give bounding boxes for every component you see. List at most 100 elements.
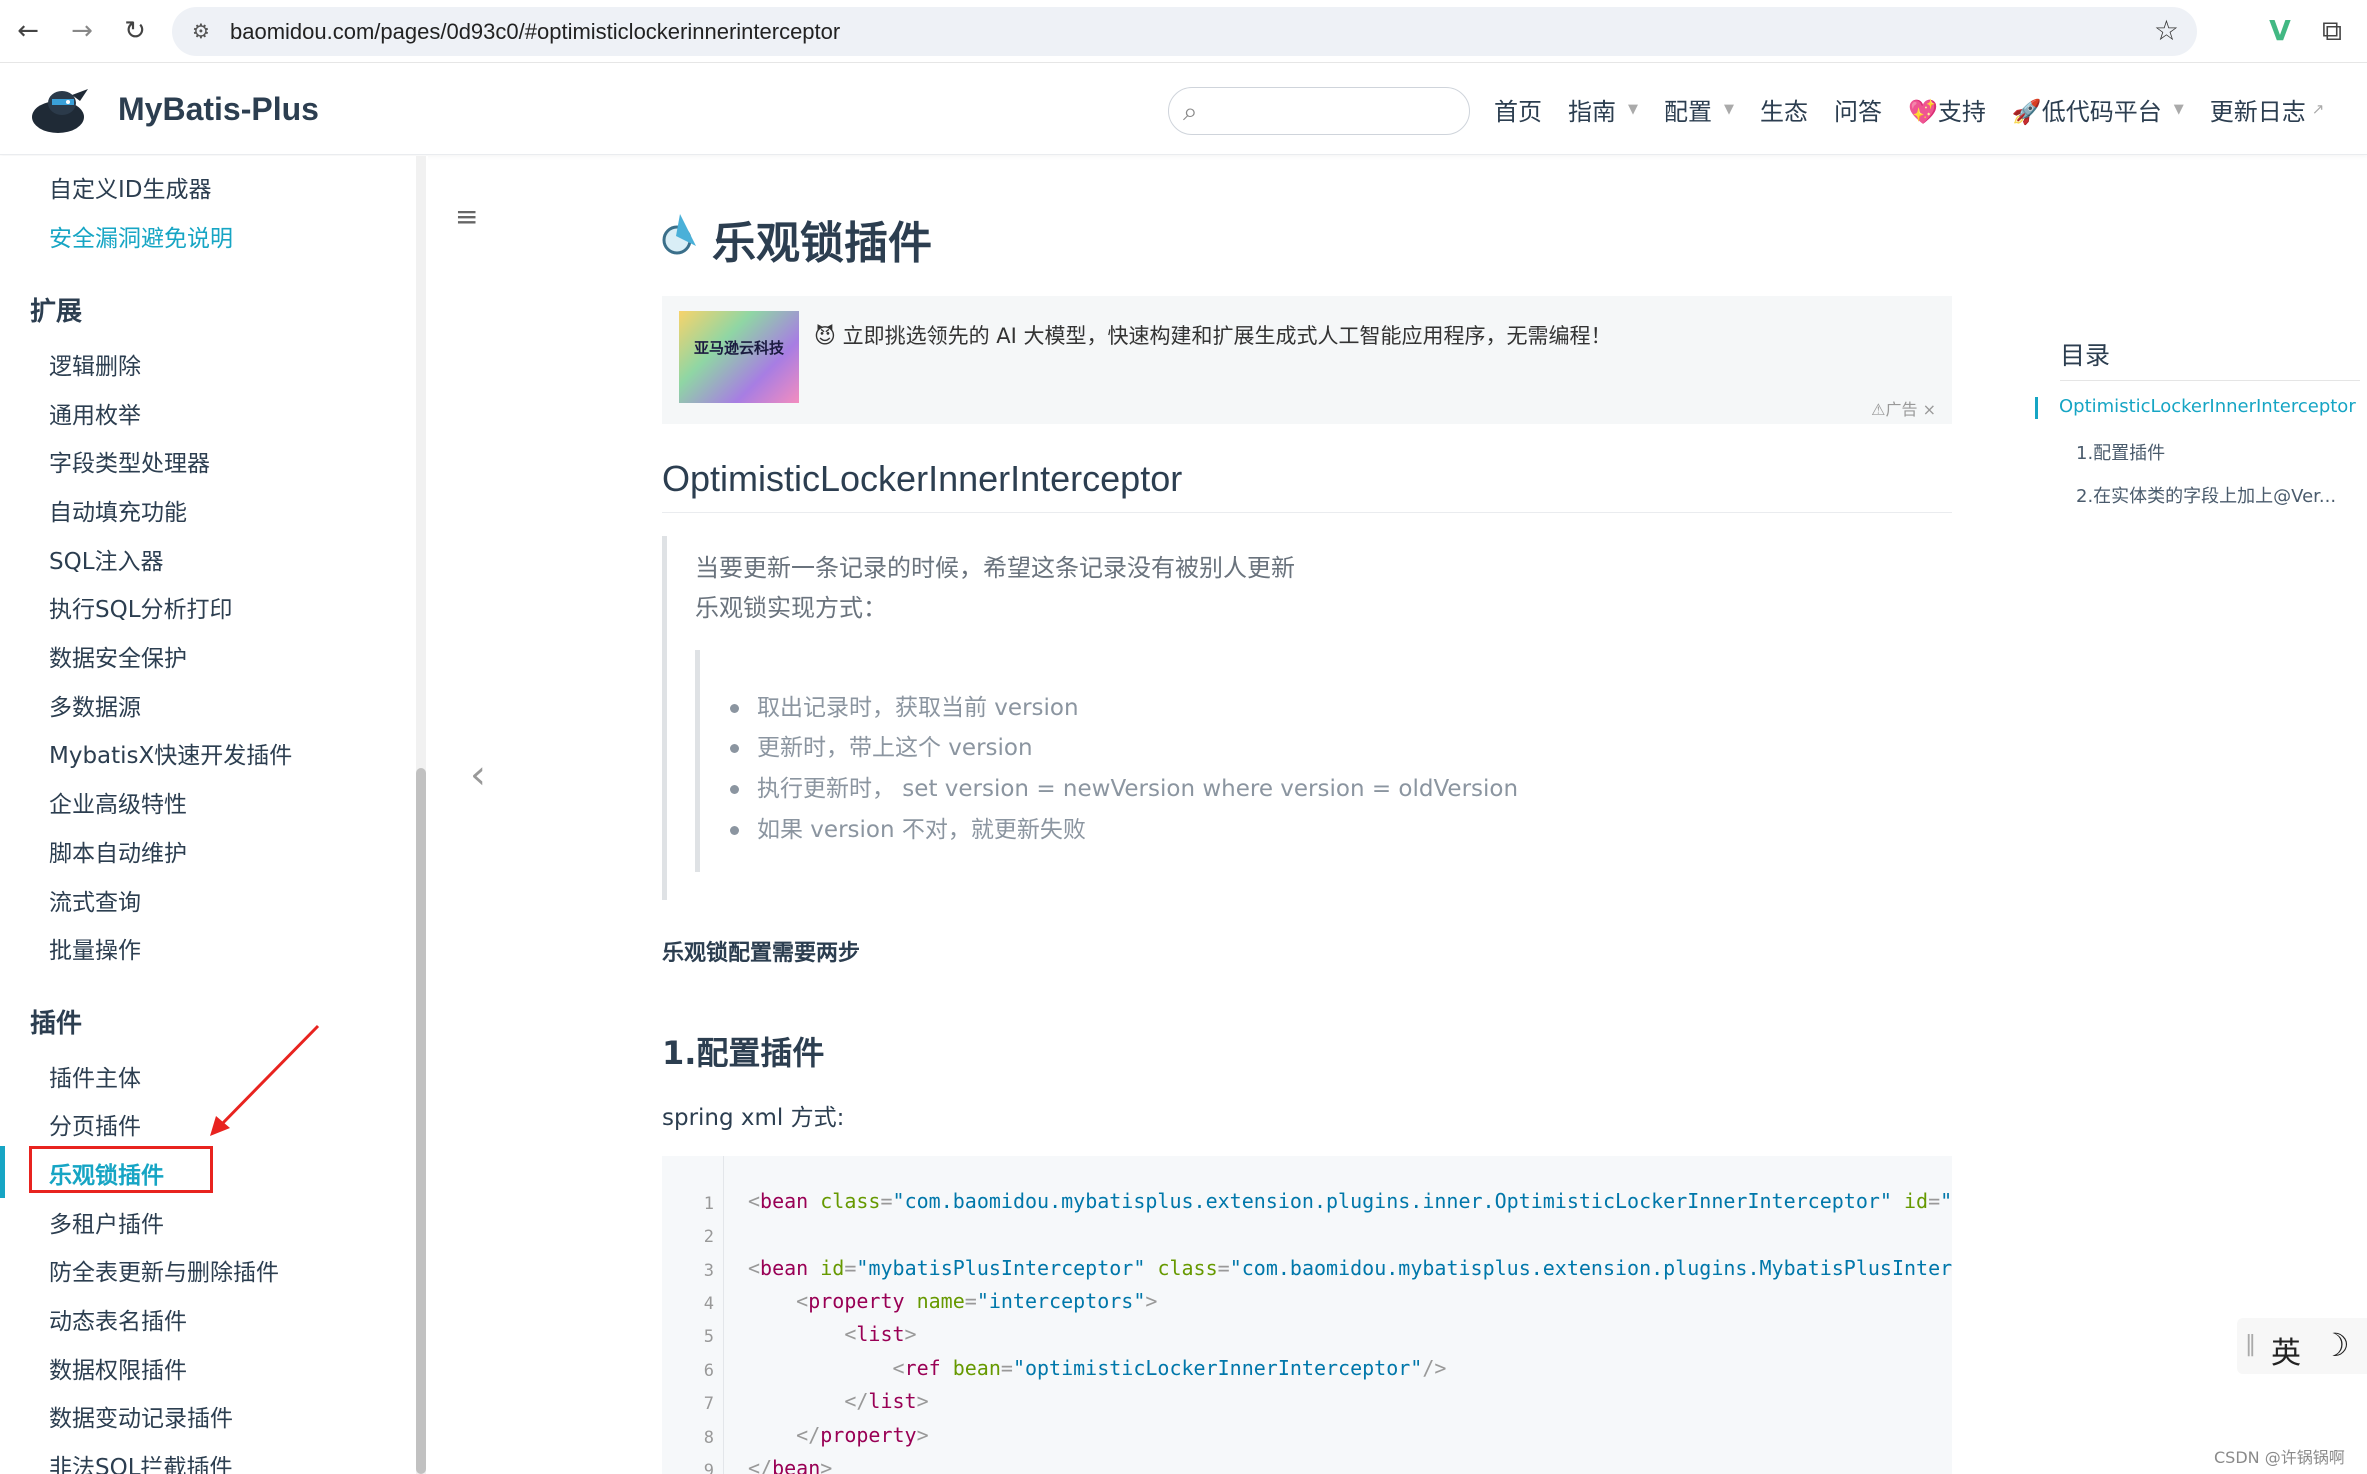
annotation-arrow	[210, 1024, 320, 1136]
section-heading: OptimisticLockerInnerInterceptor	[662, 458, 1183, 499]
nav-ecosystem[interactable]: 生态	[1760, 92, 1808, 127]
nav-label: 🚀低代码平台	[2011, 97, 2162, 126]
sidebar-item[interactable]: 防全表更新与删除插件	[49, 1253, 279, 1287]
star-icon[interactable]: ☆	[2154, 16, 2179, 46]
code-line: <bean class="com.baomidou.mybatisplus.ex…	[748, 1189, 1952, 1213]
list-item: 执行更新时， set version = newVersion where ve…	[730, 769, 1518, 803]
code-line: <ref bean="optimisticLockerInnerIntercep…	[892, 1356, 1447, 1380]
code-block[interactable]: 1 2 3 4 5 6 7 8 9 <bean class="com.baomi…	[662, 1156, 1952, 1474]
sidebar-item[interactable]: 非法SQL拦截插件	[49, 1448, 233, 1474]
nav-label: 问答	[1834, 97, 1882, 126]
list-item-text: 如果 version 不对，就更新失败	[757, 817, 1086, 843]
line-number: 7	[703, 1394, 714, 1414]
list-item: 取出记录时，获取当前 version	[730, 688, 1079, 722]
nav-home[interactable]: 首页	[1494, 92, 1542, 127]
line-number-gutter: 1 2 3 4 5 6 7 8 9	[662, 1156, 724, 1474]
toc-active-indicator	[2035, 397, 2038, 419]
forward-icon[interactable]: →	[64, 13, 100, 49]
list-item-text: 取出记录时，获取当前 version	[757, 695, 1079, 721]
nav-faq[interactable]: 问答	[1834, 92, 1882, 127]
chevron-left-icon[interactable]: ‹	[470, 752, 486, 798]
line-number: 2	[703, 1227, 714, 1247]
reload-icon[interactable]: ↻	[117, 13, 153, 49]
menu-icon[interactable]: ≡	[455, 200, 478, 233]
code-line: <list>	[844, 1322, 917, 1346]
sidebar-item[interactable]: 数据变动记录插件	[49, 1399, 233, 1433]
sidebar-group-title[interactable]: 扩展	[30, 291, 82, 328]
toc-item[interactable]: 1.配置插件	[2076, 439, 2165, 465]
brand-name[interactable]: MyBatis-Plus	[118, 63, 319, 155]
chevron-down-icon: ▼	[2173, 101, 2184, 117]
sidebar-item[interactable]: 分页插件	[49, 1107, 141, 1141]
sidebar-item[interactable]: 流式查询	[49, 883, 141, 917]
sidebar-item[interactable]: MybatisX快速开发插件	[49, 736, 292, 770]
sidebar-item[interactable]: 多租户插件	[49, 1205, 164, 1239]
code-line: </property>	[796, 1423, 929, 1447]
watermark: CSDN @许锅锅啊	[2214, 1448, 2345, 1467]
toc-item[interactable]: OptimisticLockerInnerInterceptor	[2059, 396, 2356, 417]
line-number: 8	[703, 1428, 714, 1448]
quote-line: 乐观锁实现方式：	[695, 594, 887, 622]
toc-item[interactable]: 2.在实体类的字段上加上@Ver...	[2076, 482, 2336, 508]
code-line: </list>	[844, 1389, 929, 1413]
ad-close[interactable]: ⚠广告 ×	[1871, 396, 1936, 420]
nested-blockquote: 取出记录时，获取当前 version 更新时，带上这个 version 执行更新…	[695, 650, 1945, 872]
sidebar-item[interactable]: 自定义ID生成器	[49, 170, 212, 204]
sidebar-item[interactable]: 数据安全保护	[49, 639, 187, 673]
sidebar-item[interactable]: 批量操作	[49, 931, 141, 965]
nav-support[interactable]: 💖支持	[1908, 92, 1986, 127]
sidebar-item[interactable]: 多数据源	[49, 688, 141, 722]
nav-guide[interactable]: 指南 ▼	[1568, 92, 1638, 127]
toc-title: 目录	[2060, 341, 2111, 370]
sidebar-item[interactable]: 动态表名插件	[49, 1302, 187, 1336]
address-bar[interactable]: ⚙ baomidou.com/pages/0d93c0/#optimisticl…	[172, 7, 2197, 56]
external-link-icon: ↗	[2311, 100, 2325, 118]
divider	[2060, 380, 2360, 381]
sidebar-item[interactable]: 通用枚举	[49, 396, 141, 430]
ad-text[interactable]: 😈 立即挑选领先的 AI 大模型，快速构建和扩展生成式人工智能应用程序，无需编程…	[814, 320, 1611, 350]
bullet	[730, 744, 739, 753]
moon-icon[interactable]: ☽	[2321, 1326, 2350, 1364]
code-line: </bean>	[748, 1456, 833, 1474]
language-toggle[interactable]: 英	[2271, 1328, 2301, 1372]
sidebar-item[interactable]: 自动填充功能	[49, 493, 187, 527]
logo-icon[interactable]	[28, 81, 92, 137]
nav-label: 生态	[1760, 97, 1808, 126]
sidebar-item[interactable]: 执行SQL分析打印	[49, 590, 233, 624]
sidebar-item[interactable]: 安全漏洞避免说明	[49, 219, 233, 253]
sidebar-item[interactable]: 逻辑删除	[49, 347, 141, 381]
nav-lowcode[interactable]: 🚀低代码平台 ▼	[2012, 92, 2184, 127]
sidebar-item[interactable]: 脚本自动维护	[49, 834, 187, 868]
line-number: 3	[703, 1261, 714, 1281]
ad-image[interactable]: 亚马逊云科技	[679, 311, 799, 403]
top-nav: 首页 指南 ▼ 配置 ▼ 生态 问答 💖支持 🚀低代码平台 ▼ 更新日志 ↗	[1494, 63, 2324, 155]
blockquote: 当要更新一条记录的时候，希望这条记录没有被别人更新 乐观锁实现方式： 取出记录时…	[662, 536, 1952, 900]
nav-label: 指南	[1568, 97, 1616, 126]
sidebar-scrollbar-thumb[interactable]	[416, 768, 426, 1474]
bullet	[730, 704, 739, 713]
search-input[interactable]: ⌕	[1168, 87, 1470, 135]
sidebar-item[interactable]: 数据权限插件	[49, 1351, 187, 1385]
puzzle-icon[interactable]: ⧉	[2313, 12, 2351, 50]
drag-handle[interactable]: ‖	[2245, 1332, 2256, 1357]
quote-line: 当要更新一条记录的时候，希望这条记录没有被别人更新	[695, 554, 1295, 582]
nav-config[interactable]: 配置 ▼	[1664, 92, 1734, 127]
search-icon: ⌕	[1183, 97, 1198, 127]
vue-devtools-icon[interactable]: V	[2261, 12, 2299, 50]
list-item-text: 执行更新时， set version = newVersion where ve…	[757, 776, 1519, 802]
divider	[662, 512, 1952, 513]
highlight-box	[29, 1146, 213, 1193]
site-settings-icon[interactable]: ⚙	[188, 18, 214, 44]
url-text[interactable]: baomidou.com/pages/0d93c0/#optimisticloc…	[230, 7, 840, 56]
sidebar-item[interactable]: 插件主体	[49, 1059, 141, 1093]
sidebar-item[interactable]: 企业高级特性	[49, 785, 187, 819]
line-number: 9	[703, 1461, 714, 1474]
subsection-heading: 1.配置插件	[662, 1034, 825, 1072]
ad-banner[interactable]: 亚马逊云科技 😈 立即挑选领先的 AI 大模型，快速构建和扩展生成式人工智能应用…	[662, 296, 1952, 424]
sidebar-group-title[interactable]: 插件	[30, 1003, 82, 1040]
nav-changelog[interactable]: 更新日志 ↗	[2210, 92, 2325, 127]
sidebar-item[interactable]: 字段类型处理器	[49, 444, 210, 478]
sidebar-item[interactable]: SQL注入器	[49, 542, 164, 576]
back-icon[interactable]: ←	[10, 13, 46, 49]
chevron-down-icon: ▼	[1724, 101, 1734, 117]
